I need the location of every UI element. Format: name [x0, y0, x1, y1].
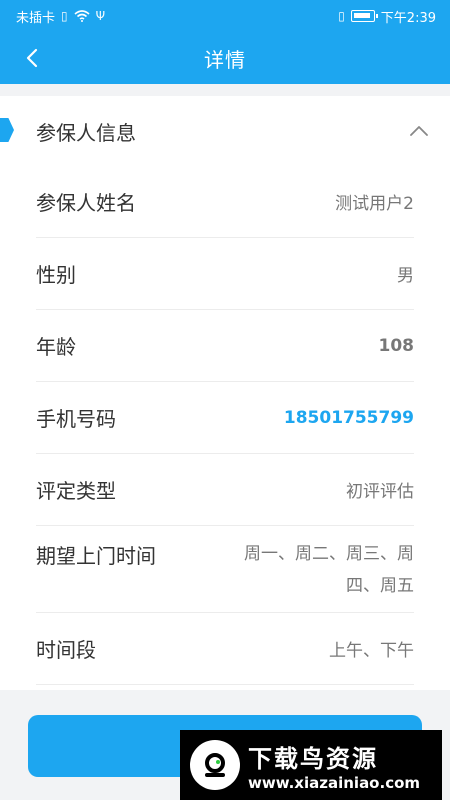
app-header: 未插卡 ▯ Ψ ▯ 下午2:39 详情 [0, 0, 450, 84]
row-expected-visit-time: 期望上门时间 周一、周二、周三、周四、周五 [36, 526, 414, 613]
row-time-period: 时间段 上午、下午 [36, 613, 414, 685]
watermark-name: 下载鸟资源 [248, 744, 378, 773]
row-value: 初评评估 [346, 482, 414, 502]
row-value: 男 [397, 266, 414, 286]
row-gender: 性别 男 [36, 238, 414, 310]
vibrate-icon: ▯ [338, 9, 345, 23]
row-label: 手机号码 [36, 407, 116, 431]
row-value: 上午、下午 [329, 641, 414, 661]
section-marker [0, 118, 14, 142]
row-value: 周一、周二、周三、周四、周五 [244, 544, 414, 596]
carrier-text: 未插卡 [16, 10, 56, 26]
status-time: 下午2:39 [380, 10, 436, 26]
row-label: 评定类型 [36, 479, 116, 503]
insured-info-card: 参保人信息 参保人姓名 测试用户2 性别 男 年龄 108 手机号码 18501… [0, 96, 450, 690]
page-title: 详情 [204, 47, 246, 72]
row-value: 测试用户2 [335, 194, 414, 214]
watermark-text: 下载鸟资源 www.xiazainiao.com [248, 739, 420, 792]
chevron-left-icon [26, 48, 38, 68]
watermark-banner: 下载鸟资源 www.xiazainiao.com [180, 730, 442, 800]
status-bar: 未插卡 ▯ Ψ ▯ 下午2:39 [0, 0, 450, 32]
usb-icon: Ψ [95, 9, 106, 23]
row-label: 时间段 [36, 638, 96, 662]
row-value: 108 [378, 335, 415, 356]
battery-icon [350, 10, 378, 22]
row-assessment-type: 评定类型 初评评估 [36, 454, 414, 526]
row-label: 性别 [36, 263, 76, 287]
section-header[interactable]: 参保人信息 [0, 96, 450, 166]
back-button[interactable] [18, 44, 46, 72]
sim-icon: ▯ [61, 9, 68, 23]
row-phone: 手机号码 18501755799 [36, 382, 414, 454]
row-age: 年龄 108 [36, 310, 414, 382]
chevron-up-icon[interactable] [408, 120, 430, 142]
row-label: 参保人姓名 [36, 191, 136, 215]
status-left: 未插卡 ▯ Ψ [16, 7, 105, 26]
watermark-logo-icon [190, 740, 240, 790]
row-label: 年龄 [36, 335, 76, 359]
row-label: 期望上门时间 [36, 544, 156, 568]
status-right: ▯ 下午2:39 [338, 7, 436, 26]
phone-link[interactable]: 18501755799 [284, 408, 414, 428]
nav-bar: 详情 [0, 32, 450, 84]
section-title: 参保人信息 [36, 120, 136, 145]
row-insured-name: 参保人姓名 测试用户2 [36, 166, 414, 238]
watermark-url: www.xiazainiao.com [248, 773, 421, 792]
wifi-icon [74, 10, 90, 22]
